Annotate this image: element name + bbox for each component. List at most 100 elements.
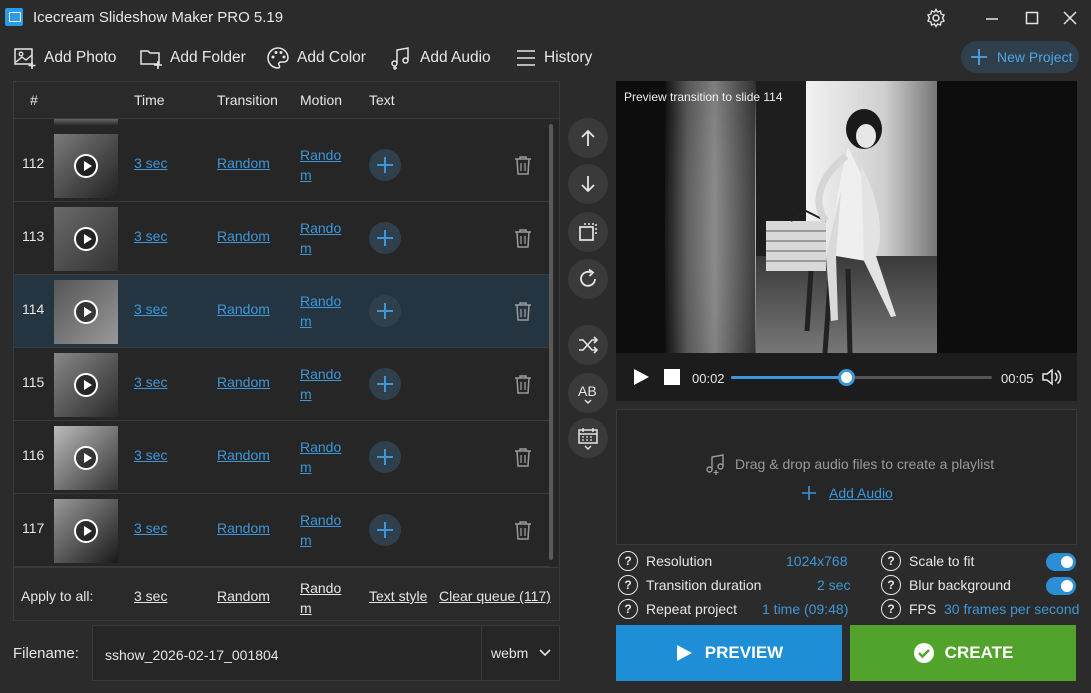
slide-transition-link[interactable]: Random — [217, 301, 270, 317]
slide-time-link[interactable]: 3 sec — [134, 228, 167, 244]
rotate-button[interactable] — [568, 259, 608, 299]
delete-slide-button[interactable] — [514, 374, 532, 397]
delete-slide-button[interactable] — [514, 228, 532, 251]
slide-transition-link[interactable]: Random — [217, 155, 270, 171]
volume-button[interactable] — [1040, 365, 1064, 392]
help-icon[interactable]: ? — [881, 551, 901, 571]
slide-time-link[interactable]: 3 sec — [134, 447, 167, 463]
table-row[interactable]: 115 3 sec Random Random — [14, 348, 550, 421]
transition-duration-setting[interactable]: ? Transition duration — [618, 575, 761, 595]
delete-slide-button[interactable] — [514, 155, 532, 178]
table-row[interactable]: 117 3 sec Random Random — [14, 494, 550, 567]
text-style-link[interactable]: Text style — [369, 588, 427, 604]
slide-motion-link[interactable]: Random — [300, 291, 344, 331]
scale-to-fit-toggle[interactable] — [1046, 553, 1076, 571]
apply-transition-link[interactable]: Random — [217, 588, 270, 604]
clear-queue-link[interactable]: Clear queue (117) — [439, 588, 551, 604]
shuffle-button[interactable] — [568, 325, 608, 365]
stop-button[interactable] — [664, 369, 680, 388]
table-row[interactable]: 113 3 sec Random Random — [14, 202, 550, 275]
fps-setting[interactable]: ? FPS — [881, 599, 936, 619]
help-icon[interactable]: ? — [618, 599, 638, 619]
list-scrollbar[interactable] — [548, 124, 554, 564]
add-audio-link[interactable]: Add Audio — [801, 485, 893, 501]
move-up-button[interactable] — [568, 118, 608, 158]
apply-motion-link[interactable]: Random — [300, 578, 344, 618]
slide-thumbnail[interactable] — [54, 134, 118, 198]
close-icon[interactable] — [1058, 6, 1082, 30]
play-icon[interactable] — [74, 519, 98, 543]
add-text-icon[interactable] — [369, 149, 401, 181]
slide-transition-link[interactable]: Random — [217, 447, 270, 463]
slide-time-link[interactable]: 3 sec — [134, 301, 167, 317]
repeat-project-setting[interactable]: ? Repeat project — [618, 599, 737, 619]
slide-motion-link[interactable]: Random — [300, 145, 344, 185]
delete-slide-button[interactable] — [514, 520, 532, 543]
filename-input[interactable]: sshow_2026-02-17_001804 — [105, 647, 279, 663]
table-row[interactable]: 116 3 sec Random Random — [14, 421, 550, 494]
minimize-icon[interactable] — [980, 6, 1004, 30]
move-down-button[interactable] — [568, 164, 608, 204]
calendar-button[interactable] — [568, 418, 608, 458]
history-button[interactable]: History — [515, 46, 592, 70]
settings-gear-icon[interactable] — [924, 6, 948, 30]
create-button[interactable]: CREATE — [850, 625, 1076, 681]
delete-slide-button[interactable] — [514, 447, 532, 470]
filename-field[interactable]: sshow_2026-02-17_001804 webm — [92, 625, 560, 681]
resolution-setting[interactable]: ? Resolution — [618, 551, 712, 571]
slide-time-link[interactable]: 3 sec — [134, 374, 167, 390]
maximize-icon[interactable] — [1020, 6, 1044, 30]
play-button[interactable] — [632, 368, 650, 389]
format-select[interactable]: webm — [491, 645, 552, 661]
help-icon[interactable]: ? — [881, 599, 901, 619]
table-row[interactable]: 112 3 sec Random Random — [14, 129, 550, 202]
add-text-icon[interactable] — [369, 295, 401, 327]
slide-transition-link[interactable]: Random — [217, 520, 270, 536]
repeat-project-value[interactable]: 1 time (09:48) — [762, 601, 848, 617]
resolution-value[interactable]: 1024x768 — [786, 553, 848, 569]
slide-motion-link[interactable]: Random — [300, 218, 344, 258]
slide-thumbnail[interactable] — [54, 353, 118, 417]
play-icon[interactable] — [74, 227, 98, 251]
add-text-icon[interactable] — [369, 222, 401, 254]
new-project-button[interactable]: New Project — [961, 41, 1079, 73]
add-text-icon[interactable] — [369, 514, 401, 546]
slide-thumbnail[interactable] — [54, 280, 118, 344]
add-color-button[interactable]: Add Color — [266, 46, 366, 70]
transition-duration-value[interactable]: 2 sec — [817, 577, 850, 593]
help-icon[interactable]: ? — [618, 551, 638, 571]
seek-handle[interactable] — [837, 369, 855, 386]
add-photo-button[interactable]: Add Photo — [13, 46, 116, 70]
table-row[interactable]: 114 3 sec Random Random — [14, 275, 550, 348]
slide-transition-link[interactable]: Random — [217, 228, 270, 244]
slide-motion-link[interactable]: Random — [300, 364, 344, 404]
slide-time-link[interactable]: 3 sec — [134, 520, 167, 536]
blur-background-toggle[interactable] — [1046, 577, 1076, 595]
slide-motion-link[interactable]: Random — [300, 437, 344, 477]
apply-time-link[interactable]: 3 sec — [134, 588, 167, 604]
preview-button[interactable]: PREVIEW — [616, 625, 842, 681]
play-icon[interactable] — [74, 154, 98, 178]
slide-time-link[interactable]: 3 sec — [134, 155, 167, 171]
add-text-icon[interactable] — [369, 441, 401, 473]
help-icon[interactable]: ? — [618, 575, 638, 595]
slide-thumbnail[interactable] — [54, 426, 118, 490]
delete-slide-button[interactable] — [514, 301, 532, 324]
slide-thumbnail[interactable] — [54, 499, 118, 563]
slide-transition-link[interactable]: Random — [217, 374, 270, 390]
help-icon[interactable]: ? — [881, 575, 901, 595]
play-icon[interactable] — [74, 446, 98, 470]
slide-motion-link[interactable]: Random — [300, 510, 344, 550]
scrollbar-thumb[interactable] — [549, 124, 553, 560]
add-text-icon[interactable] — [369, 368, 401, 400]
crop-button[interactable] — [568, 212, 608, 252]
fps-value[interactable]: 30 frames per second — [944, 601, 1079, 617]
seek-bar[interactable] — [731, 369, 992, 386]
play-icon[interactable] — [74, 300, 98, 324]
play-icon[interactable] — [74, 373, 98, 397]
add-folder-button[interactable]: Add Folder — [139, 46, 246, 70]
add-audio-button[interactable]: Add Audio — [389, 46, 491, 70]
slide-thumbnail[interactable] — [54, 207, 118, 271]
audio-drop-zone[interactable]: Drag & drop audio files to create a play… — [616, 409, 1077, 545]
text-ab-button[interactable]: AB — [568, 373, 608, 413]
